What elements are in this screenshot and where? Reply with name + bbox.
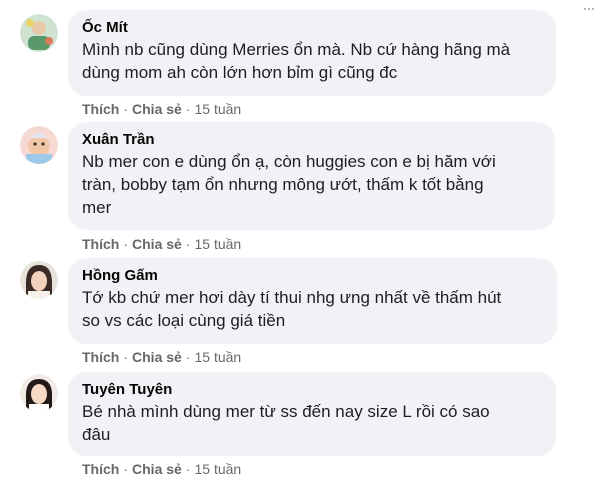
share-button[interactable]: Chia sẻ [132,236,182,252]
comment-timestamp[interactable]: 15 tuần [195,101,242,117]
comment-actions: Thích · Chia sẻ · 15 tuần [82,460,241,478]
comment-author[interactable]: Ốc Mít [82,18,542,38]
share-button[interactable]: Chia sẻ [132,461,182,477]
like-button[interactable]: Thích [82,101,119,117]
comment-text: Tớ kb chứ mer hơi dày tí thui nhg ưng nh… [82,288,502,330]
comment-actions: Thích · Chia sẻ · 15 tuần [82,100,241,118]
comment-bubble: Ốc Mít Mình nb cũng dùng Merries ổn mà. … [68,10,556,96]
avatar-icon[interactable] [20,126,58,164]
separator-dot: · [123,349,129,365]
comment-bubble: Tuyên Tuyên Bé nhà mình dùng mer từ ss đ… [68,372,556,456]
avatar-icon[interactable] [20,14,58,52]
avatar-icon[interactable] [20,261,58,299]
comment-timestamp[interactable]: 15 tuần [195,349,242,365]
comment-timestamp[interactable]: 15 tuần [195,461,242,477]
comment-author[interactable]: Xuân Trần [82,130,541,150]
separator-dot: · [123,461,129,477]
like-button[interactable]: Thích [82,461,119,477]
avatar-icon[interactable] [20,374,58,412]
comment-bubble: Hồng Gấm Tớ kb chứ mer hơi dày tí thui n… [68,258,557,344]
like-button[interactable]: Thích [82,236,119,252]
separator-dot: · [123,101,129,117]
comment-text: Bé nhà mình dùng mer từ ss đến nay size … [82,402,490,444]
separator-dot: · [185,349,191,365]
comment-bubble: Xuân Trần Nb mer con e dùng ổn ạ, còn hu… [68,122,555,230]
comment-actions: Thích · Chia sẻ · 15 tuần [82,235,241,253]
separator-dot: · [185,236,191,252]
like-button[interactable]: Thích [82,349,119,365]
comment-author[interactable]: Hồng Gấm [82,266,543,286]
separator-dot: · [123,236,129,252]
comment-thread: Ốc Mít Mình nb cũng dùng Merries ổn mà. … [0,0,600,494]
share-button[interactable]: Chia sẻ [132,101,182,117]
separator-dot: · [185,461,191,477]
separator-dot: · [185,101,191,117]
share-button[interactable]: Chia sẻ [132,349,182,365]
comment-actions: Thích · Chia sẻ · 15 tuần [82,348,241,366]
comment-author[interactable]: Tuyên Tuyên [82,380,542,400]
comment-text: Mình nb cũng dùng Merries ổn mà. Nb cứ h… [82,40,511,82]
comment-timestamp[interactable]: 15 tuần [195,236,242,252]
comment-text: Nb mer con e dùng ổn ạ, còn huggies con … [82,152,496,217]
